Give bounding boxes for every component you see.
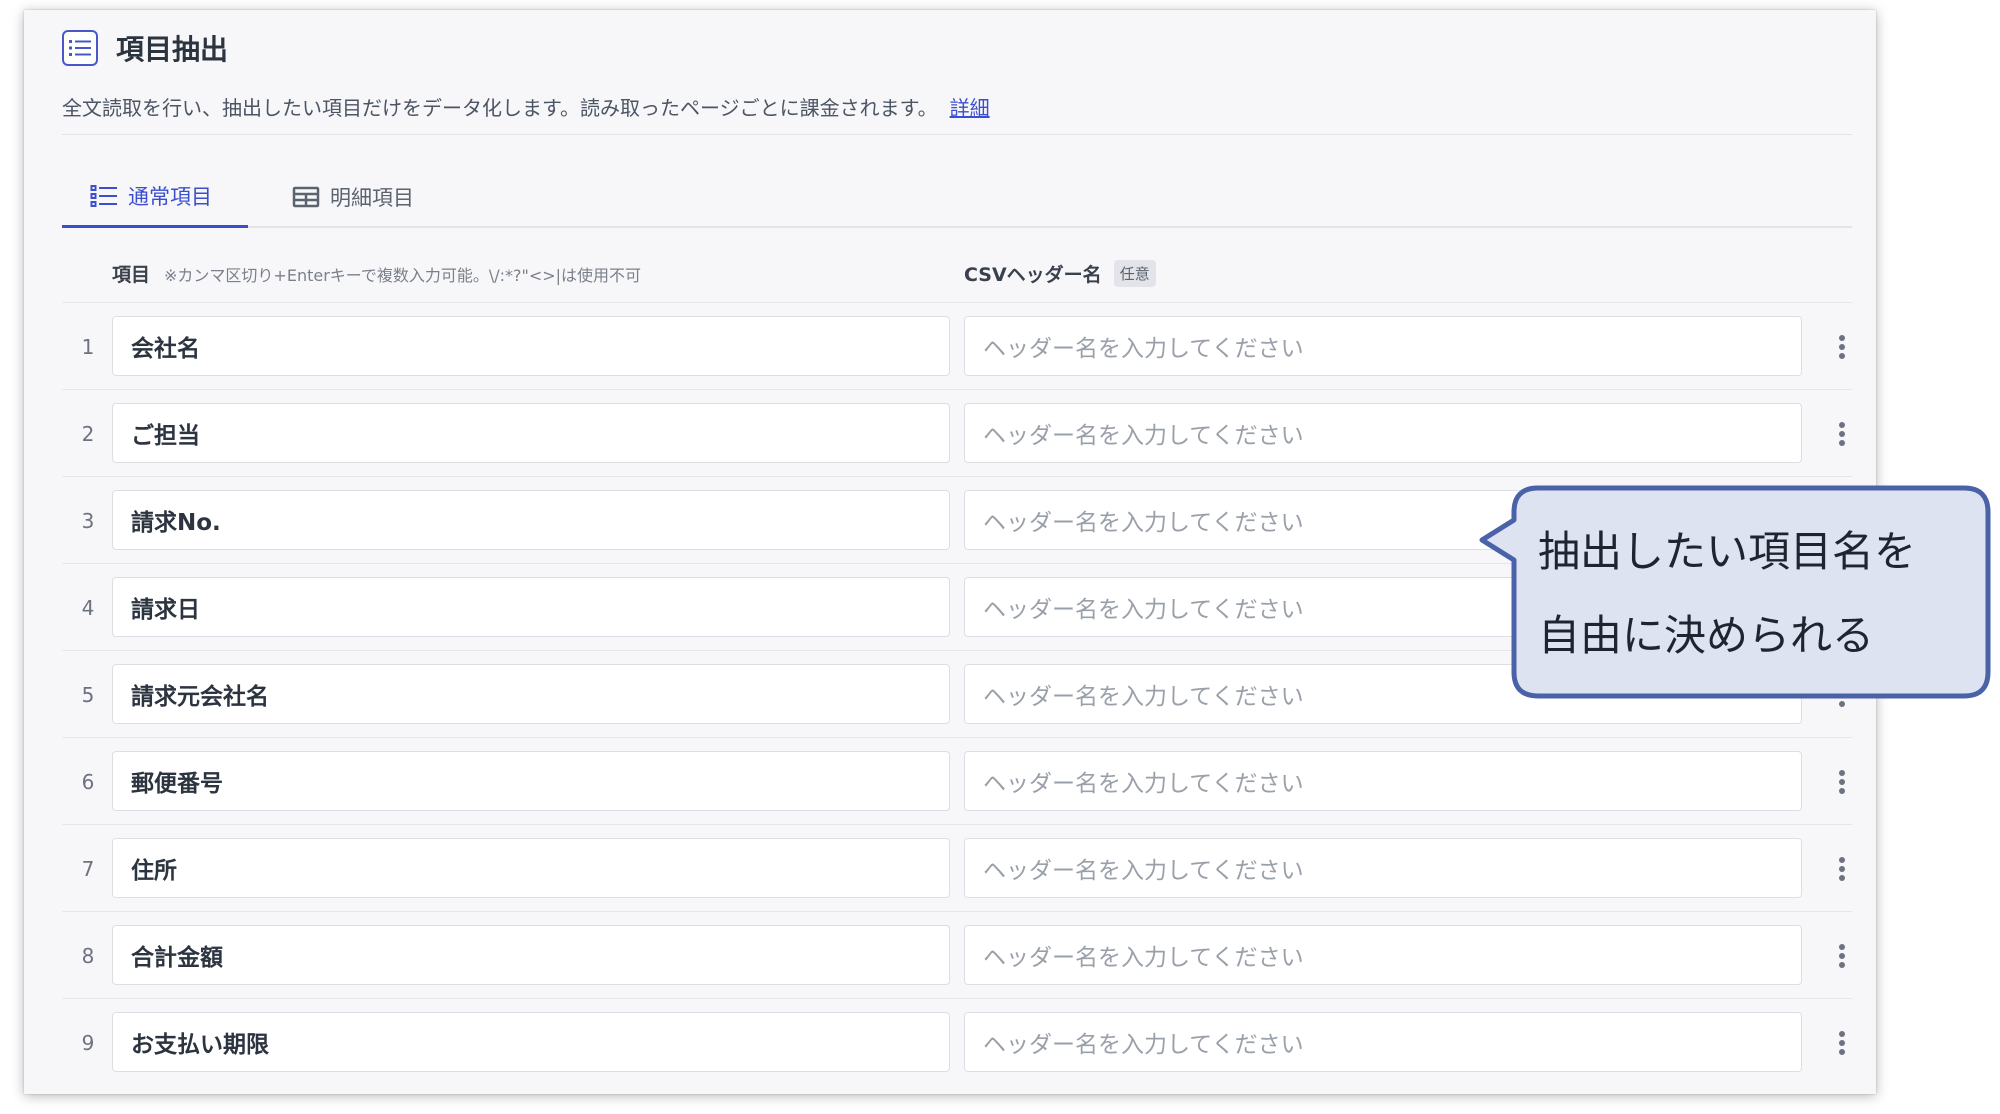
list-icon bbox=[90, 184, 117, 207]
item-name-input[interactable]: ご担当 bbox=[112, 403, 950, 463]
table-row: 2 ご担当 ヘッダー名を入力してください bbox=[62, 389, 1852, 476]
row-number: 3 bbox=[81, 508, 95, 533]
tab-label: 明細項目 bbox=[330, 186, 414, 210]
item-name-input[interactable]: 請求元会社名 bbox=[112, 664, 950, 724]
more-menu-icon[interactable] bbox=[1822, 738, 1862, 825]
tab-bar: 通常項目 明細項目 bbox=[62, 166, 1852, 228]
description-text: 全文読取を行い、抽出したい項目だけをデータ化します。読み取ったページごとに課金さ… bbox=[62, 96, 938, 120]
more-menu-icon[interactable] bbox=[1822, 390, 1862, 477]
csv-header-input[interactable]: ヘッダー名を入力してください bbox=[964, 316, 1802, 376]
row-number: 9 bbox=[81, 1030, 95, 1055]
row-number: 8 bbox=[81, 943, 95, 968]
item-name-input[interactable]: 会社名 bbox=[112, 316, 950, 376]
table-row: 1 会社名 ヘッダー名を入力してください bbox=[62, 302, 1852, 389]
list-icon bbox=[62, 30, 98, 66]
csv-header-input[interactable]: ヘッダー名を入力してください bbox=[964, 403, 1802, 463]
item-name-input[interactable]: 住所 bbox=[112, 838, 950, 898]
row-number: 5 bbox=[81, 682, 95, 707]
item-name-input[interactable]: 郵便番号 bbox=[112, 751, 950, 811]
panel-header: 項目抽出 bbox=[62, 28, 228, 68]
detail-link[interactable]: 詳細 bbox=[950, 96, 990, 120]
csv-header-input[interactable]: ヘッダー名を入力してください bbox=[964, 838, 1802, 898]
item-name-input[interactable]: 合計金額 bbox=[112, 925, 950, 985]
more-menu-icon[interactable] bbox=[1822, 825, 1862, 912]
item-column-label: 項目 bbox=[112, 264, 151, 286]
item-column-note: ※カンマ区切り+Enterキーで複数入力可能。\/:*?"<>|は使用不可 bbox=[164, 265, 642, 285]
page-title: 項目抽出 bbox=[116, 33, 229, 66]
item-name-input[interactable]: 請求日 bbox=[112, 577, 950, 637]
row-number: 6 bbox=[81, 769, 95, 794]
csv-header-input[interactable]: ヘッダー名を入力してください bbox=[964, 925, 1802, 985]
row-number: 4 bbox=[81, 595, 95, 620]
callout-line: 自由に決められる bbox=[1538, 611, 1875, 660]
tab-label: 通常項目 bbox=[128, 184, 212, 209]
tab-detail-items[interactable]: 明細項目 bbox=[292, 166, 414, 228]
callout-line: 抽出したい項目名を bbox=[1538, 527, 1917, 576]
item-name-input[interactable]: お支払い期限 bbox=[112, 1012, 950, 1072]
csv-column-label: CSVヘッダー名 bbox=[964, 264, 1102, 286]
table-row: 7 住所 ヘッダー名を入力してください bbox=[62, 824, 1852, 911]
table-row: 9 お支払い期限 ヘッダー名を入力してください bbox=[62, 998, 1852, 1085]
callout-text: 抽出したい項目名を 自由に決められる bbox=[1538, 510, 1916, 678]
csv-header-input[interactable]: ヘッダー名を入力してください bbox=[964, 751, 1802, 811]
more-menu-icon[interactable] bbox=[1822, 912, 1862, 999]
row-number: 7 bbox=[81, 856, 95, 881]
table-row: 8 合計金額 ヘッダー名を入力してください bbox=[62, 911, 1852, 998]
item-column-header: 項目 ※カンマ区切り+Enterキーで複数入力可能。\/:*?"<>|は使用不可 bbox=[112, 260, 641, 287]
item-name-input[interactable]: 請求No. bbox=[112, 490, 950, 550]
row-number: 1 bbox=[81, 334, 95, 359]
callout-bubble: 抽出したい項目名を 自由に決められる bbox=[1478, 482, 1992, 702]
more-menu-icon[interactable] bbox=[1822, 303, 1862, 390]
divider bbox=[62, 134, 1852, 135]
table-row: 6 郵便番号 ヘッダー名を入力してください bbox=[62, 737, 1852, 824]
csv-header-input[interactable]: ヘッダー名を入力してください bbox=[964, 1012, 1802, 1072]
row-number: 2 bbox=[81, 421, 95, 446]
description: 全文読取を行い、抽出したい項目だけをデータ化します。読み取ったページごとに課金さ… bbox=[62, 92, 990, 121]
csv-column-header: CSVヘッダー名 任意 bbox=[964, 260, 1156, 287]
tab-normal-items[interactable]: 通常項目 bbox=[62, 166, 248, 228]
optional-badge: 任意 bbox=[1113, 260, 1156, 287]
table-icon bbox=[292, 186, 320, 208]
more-menu-icon[interactable] bbox=[1822, 999, 1862, 1086]
